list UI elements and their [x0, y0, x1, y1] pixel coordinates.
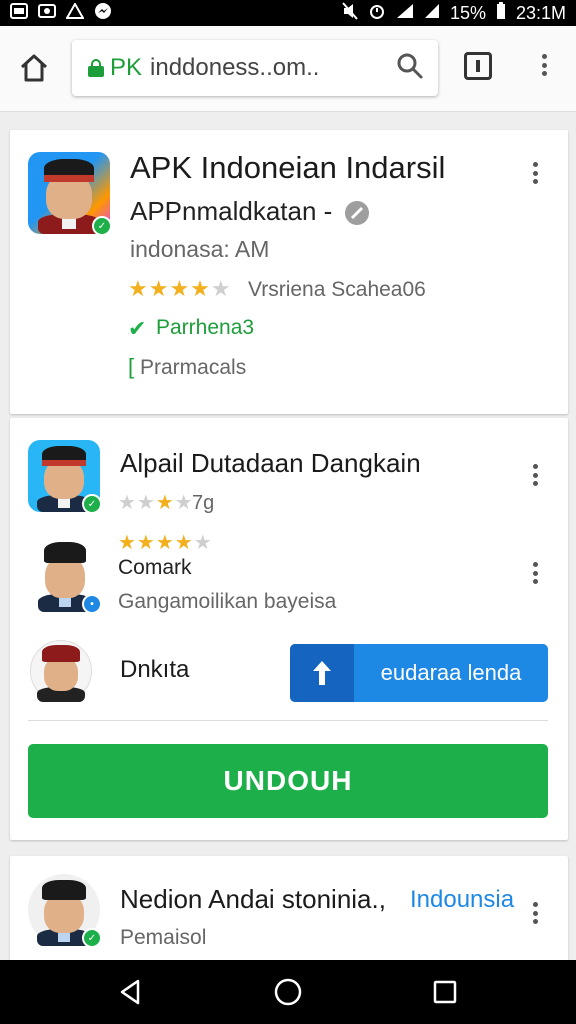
status-left: [10, 1, 112, 24]
app-icon[interactable]: ✓: [28, 152, 112, 236]
info-icon: [344, 200, 370, 231]
verified-badge-icon: ✓: [82, 928, 102, 948]
navigation-bar: [0, 960, 576, 1024]
check-icon: ✔: [128, 316, 147, 341]
bottom-more-icon[interactable]: [532, 902, 538, 924]
verified-badge-icon: ✓: [82, 494, 102, 514]
clock: 23:1M: [515, 2, 566, 23]
home-button[interactable]: [16, 50, 52, 86]
battery-icon: [496, 2, 506, 24]
url-secure-label: PK: [110, 54, 143, 81]
related-avatar-3[interactable]: [30, 640, 92, 702]
more-vert-icon: [541, 54, 547, 76]
lock-icon: [88, 59, 104, 77]
cellular-icon: [424, 3, 440, 23]
divider: [28, 720, 548, 721]
related-name-2[interactable]: Comark: [118, 556, 192, 580]
related-desc-2: Gangamoilikan bayeisa: [118, 590, 337, 613]
verified-badge-icon: ✓: [92, 216, 112, 236]
app-rating-stars: ★★★★★: [128, 276, 232, 301]
app-card: ✓ APK Indoneian Indarsil APPnmaldkatan -…: [10, 130, 568, 414]
download-button[interactable]: UNDOUH: [28, 744, 548, 818]
home-icon: [20, 54, 48, 82]
mute-icon: [342, 2, 358, 24]
bottom-title[interactable]: Nedion Andai stoninia.,: [120, 884, 386, 915]
back-icon[interactable]: [116, 978, 144, 1011]
info-badge-icon: •: [82, 594, 102, 614]
update-button[interactable]: eudaraa lenda: [290, 644, 548, 702]
tabs-button[interactable]: [464, 52, 492, 80]
url-text: inddoness..om..: [150, 54, 320, 81]
related-rating-text-1: 7g: [192, 492, 215, 514]
home-nav-icon[interactable]: [273, 977, 303, 1012]
related-title-1[interactable]: Alpail Dutadaan Dangkain: [120, 448, 421, 479]
bottom-subtitle: Pemaisol: [120, 926, 207, 949]
app-more-icon[interactable]: [532, 162, 538, 184]
recents-icon[interactable]: [432, 979, 458, 1010]
update-button-label: eudaraa lenda: [380, 660, 522, 685]
app-rating-text: Vrsriena Scahea06: [248, 278, 426, 301]
app-title: APK Indoneian Indarsil: [130, 150, 446, 185]
browser-menu-button[interactable]: [530, 54, 558, 82]
related-stars-2: ★★★★★: [118, 532, 213, 554]
related-card: ✓ Alpail Dutadaan Dangkain ★★★★ 7g • ★★★…: [10, 418, 568, 840]
app-bracket-text: Prarmacals: [140, 356, 247, 379]
status-bar: 15% 23:1M: [0, 0, 576, 26]
signal-icon: [396, 3, 414, 23]
app-meta: indonasa: AM: [130, 236, 270, 262]
photo-icon: [10, 3, 28, 23]
bracket-icon: [: [128, 354, 135, 379]
bottom-link[interactable]: Indounsia: [410, 886, 514, 914]
browser-toolbar: PK inddoness..om..: [0, 26, 576, 112]
related-stars-1: ★★★★: [118, 492, 194, 514]
app-subtitle: APPnmaldkatan -: [130, 196, 333, 226]
related-more-icon-2[interactable]: [532, 562, 538, 584]
mail-icon: [38, 3, 56, 23]
related-more-icon-1[interactable]: [532, 464, 538, 486]
related-name-3[interactable]: Dnkıta: [120, 656, 189, 684]
bottom-avatar[interactable]: ✓: [28, 874, 102, 948]
address-bar[interactable]: PK inddoness..om..: [72, 40, 438, 96]
warning-icon: [65, 1, 85, 23]
app-verified-label: Parrhena3: [156, 316, 255, 339]
alarm-icon: [368, 2, 386, 24]
messenger-icon: [94, 2, 112, 24]
related-avatar-2[interactable]: •: [30, 536, 102, 614]
battery-percent: 15%: [449, 2, 486, 23]
upload-arrow-icon: [290, 644, 354, 702]
status-right: 15% 23:1M: [342, 2, 566, 24]
bottom-card: ✓ Nedion Andai stoninia., Indounsia Pema…: [10, 856, 568, 976]
search-icon[interactable]: [396, 52, 424, 85]
related-avatar-1[interactable]: ✓: [28, 440, 102, 514]
